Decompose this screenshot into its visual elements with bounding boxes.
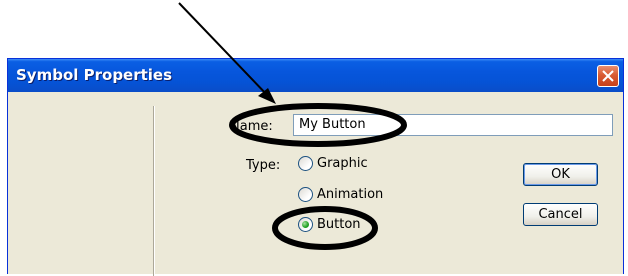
name-label: Name:: [230, 119, 273, 134]
radio-label-button: Button: [317, 217, 361, 232]
dialog-body: Name: My Button Type: Graphic Animation …: [8, 92, 623, 276]
close-button[interactable]: [597, 65, 619, 87]
radio-circle[interactable]: [298, 187, 313, 202]
radio-circle[interactable]: [298, 156, 313, 171]
radio-circle-selected[interactable]: [298, 217, 313, 232]
cancel-button[interactable]: Cancel: [523, 203, 598, 226]
name-input[interactable]: My Button: [293, 114, 613, 136]
symbol-properties-dialog: Symbol Properties Name: My Button Type: …: [7, 58, 624, 276]
divider: [153, 106, 155, 276]
ok-button[interactable]: OK: [523, 163, 598, 186]
radio-selected-dot: [302, 221, 309, 228]
title-bar: Symbol Properties: [8, 59, 623, 92]
type-label: Type:: [246, 158, 281, 173]
dialog-title: Symbol Properties: [16, 66, 173, 84]
close-icon: [602, 70, 614, 82]
radio-label-graphic: Graphic: [317, 156, 368, 171]
radio-label-animation: Animation: [317, 187, 384, 202]
